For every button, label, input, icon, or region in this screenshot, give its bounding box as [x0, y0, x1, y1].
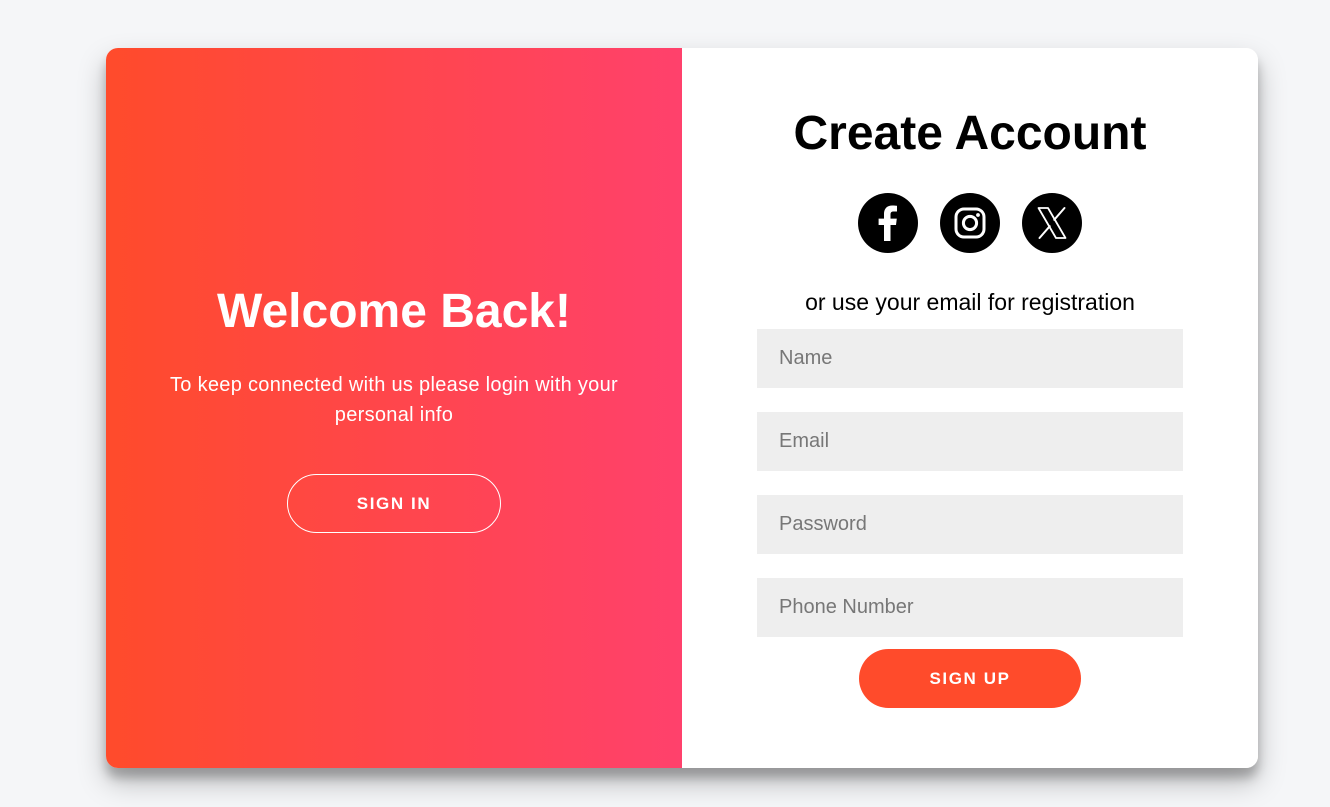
- welcome-title: Welcome Back!: [217, 285, 571, 338]
- welcome-overlay-panel: Welcome Back! To keep connected with us …: [106, 48, 682, 768]
- facebook-icon: [878, 205, 897, 241]
- email-input[interactable]: [757, 412, 1183, 471]
- social-login-group: [858, 193, 1084, 253]
- auth-card: Welcome Back! To keep connected with us …: [106, 48, 1258, 768]
- instagram-button[interactable]: [940, 193, 1000, 253]
- facebook-button[interactable]: [858, 193, 918, 253]
- password-input[interactable]: [757, 495, 1183, 554]
- registration-subtitle: or use your email for registration: [805, 289, 1135, 315]
- welcome-message: To keep connected with us please login w…: [170, 374, 618, 426]
- create-account-title: Create Account: [793, 107, 1147, 160]
- sign-up-button[interactable]: SIGN UP: [859, 649, 1081, 708]
- name-input[interactable]: [757, 329, 1183, 388]
- sign-up-form-panel: Create Account or use your email for reg…: [682, 48, 1258, 768]
- phone-number-input[interactable]: [757, 578, 1183, 637]
- instagram-icon: [954, 207, 986, 239]
- x-twitter-icon: [1037, 207, 1067, 239]
- sign-in-button[interactable]: SIGN IN: [287, 474, 501, 533]
- x-twitter-button[interactable]: [1022, 193, 1082, 253]
